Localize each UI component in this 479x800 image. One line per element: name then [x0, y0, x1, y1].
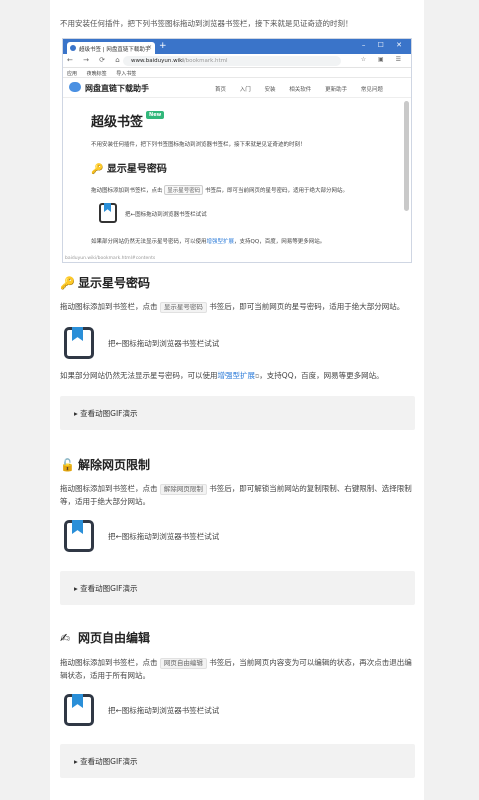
- screenshot-subheading: 🔑 显示星号密码: [91, 164, 167, 175]
- section-title-text: 显示星号密码: [78, 276, 151, 290]
- keyword-chip: 网页自由编辑: [159, 658, 207, 669]
- bookmarklet-free-edit[interactable]: 把←图标拖动到浏览器书签栏试试: [60, 694, 320, 728]
- bookmarklet-hint: 把←图标拖动到浏览器书签栏试试: [108, 339, 220, 348]
- link: 增强型扩展: [206, 239, 235, 245]
- screenshot-paragraph: 拖动图标添加到书签栏，点击 显示星号密码 书签后，即可当前网页的星号密码，适用于…: [91, 185, 391, 195]
- site-name: 网盘直链下载助手: [85, 84, 149, 93]
- section-title-unlock-page: 🔓 解除网页限制: [60, 456, 150, 473]
- gif-demo-toggle[interactable]: ▸ 查看动图GIF演示: [60, 571, 415, 605]
- key-icon: 🔑: [60, 276, 75, 290]
- nav-item: 安装: [264, 87, 276, 93]
- screenshot-body: 超级书签 New 不用安装任何插件，把下列书签图标拖动到浏览器书签栏，接下来就是见…: [91, 101, 391, 245]
- toolbar-icons: ☆ ▣ ☰: [360, 56, 406, 63]
- bookmark-item: 导入书签: [116, 71, 137, 77]
- screenshot-heading-text: 超级书签: [91, 115, 144, 130]
- gif-demo-toggle[interactable]: ▸ 查看动图GIF演示: [60, 744, 415, 778]
- nav-buttons-icon: ← → ⟳ ⌂: [67, 56, 124, 64]
- screenshot-intro: 不用安装任何插件，把下列书签图标拖动到浏览器书签栏，接下来就是见证奇迹的时刻！: [91, 142, 306, 148]
- new-badge: New: [146, 111, 165, 119]
- nav-item: 更新助手: [325, 87, 348, 93]
- screenshot-bookmark: 把←图标拖动到浏览器书签栏试试: [91, 201, 391, 227]
- site-header: 网盘直链下载助手 首页 入门 安装 相关软件 更新助手 常见问题: [63, 78, 411, 98]
- bookmarks-bar: 应用 夜晚标签 导入书签: [63, 68, 411, 78]
- browser-tab: 超级书签 | 网盘直链下载助手 ×: [67, 42, 155, 54]
- nav-item: 相关软件: [289, 87, 312, 93]
- section-title-free-edit: ✍ 网页自由编辑: [60, 629, 150, 646]
- cloud-logo-icon: [69, 82, 81, 92]
- gif-demo-label: ▸ 查看动图GIF演示: [74, 584, 138, 593]
- new-tab-icon: +: [159, 41, 167, 51]
- tab-title: 超级书签 | 网盘直链下载助手: [79, 47, 151, 53]
- nav-item: 入门: [239, 87, 251, 93]
- text: 拖动图标添加到书签栏，点击: [60, 302, 158, 311]
- text: 拖动图标添加到书签栏，点击: [60, 484, 158, 493]
- address-bar: www.baiduyun.wiki/bookmark.html: [123, 56, 341, 66]
- bookmark-item: 夜晚标签: [86, 71, 107, 77]
- bookmark-icon[interactable]: [64, 327, 94, 359]
- section-title-text: 解除网页限制: [78, 458, 151, 472]
- text: 如果部分网站仍然无法显示星号密码，可以使用: [91, 239, 207, 245]
- bookmark-icon[interactable]: [64, 694, 94, 726]
- writing-hand-icon: ✍: [60, 631, 71, 645]
- gif-demo-label: ▸ 查看动图GIF演示: [74, 409, 138, 418]
- favicon-icon: [70, 45, 76, 51]
- scrollbar: [404, 101, 409, 211]
- section-description: 拖动图标添加到书签栏，点击 显示星号密码 书签后，即可当前网页的星号密码，适用于…: [60, 300, 415, 313]
- article-page: 不用安装任何插件，把下列书签图标拖动到浏览器书签栏，接下来就是见证奇迹的时刻！ …: [50, 0, 424, 800]
- text: 书签后，即可当前网页的星号密码，适用于绝大部分网站。: [205, 188, 349, 194]
- bookmark-label: 把←图标拖动到浏览器书签栏试试: [125, 212, 207, 218]
- text: 拖动图标添加到书签栏，点击: [91, 188, 163, 194]
- address-path: /bookmark.html: [183, 58, 228, 64]
- section-description: 拖动图标添加到书签栏，点击 解除网页限制 书签后，即可解锁当前网站的复制限制、右…: [60, 482, 415, 508]
- site-nav: 首页 入门 安装 相关软件 更新助手 常见问题: [215, 85, 391, 93]
- bookmarklet-hint: 把←图标拖动到浏览器书签栏试试: [108, 532, 220, 541]
- section-extra-text: 如果部分网站仍然无法显示星号密码，可以使用增强型扩展⧉，支持QQ，百度，网易等更…: [60, 369, 415, 383]
- nav-item: 常见问题: [360, 87, 383, 93]
- text: 书签后，即可当前网页的星号密码，适用于绝大部分网站。: [209, 302, 405, 311]
- text: ，支持QQ，百度，网易等更多网站。: [234, 239, 326, 245]
- window-controls-icon: – ☐ ✕: [361, 41, 407, 49]
- status-url: baiduyun.wiki/bookmark.html#contents: [65, 256, 156, 261]
- gif-demo-toggle[interactable]: ▸ 查看动图GIF演示: [60, 396, 415, 430]
- bookmarklet-show-password[interactable]: 把←图标拖动到浏览器书签栏试试: [60, 327, 320, 361]
- section-description: 拖动图标添加到书签栏，点击 网页自由编辑 书签后，当前网页内容变为可以编辑的状态…: [60, 656, 415, 682]
- browser-tab-bar: 超级书签 | 网盘直链下载助手 × + – ☐ ✕: [63, 39, 411, 54]
- text: ，支持QQ，百度，网易等更多网站。: [259, 371, 384, 380]
- section-title-text: 网页自由编辑: [78, 631, 151, 645]
- section-title-show-password: 🔑 显示星号密码: [60, 274, 150, 291]
- intro-text: 不用安装任何插件，把下列书签图标拖动到浏览器书签栏，接下来就是见证奇迹的时刻！: [60, 19, 353, 28]
- address-host: www.baiduyun.wiki: [131, 58, 184, 64]
- gif-demo-label: ▸ 查看动图GIF演示: [74, 757, 138, 766]
- nav-item: 首页: [215, 87, 227, 93]
- unlock-icon: 🔓: [60, 458, 75, 472]
- close-icon: ×: [146, 44, 152, 51]
- bookmarklet-unlock-page[interactable]: 把←图标拖动到浏览器书签栏试试: [60, 520, 320, 554]
- bookmark-icon[interactable]: [64, 520, 94, 552]
- keyword-chip: 显示星号密码: [159, 302, 207, 313]
- text: 拖动图标添加到书签栏，点击: [60, 658, 158, 667]
- keyword: 显示星号密码: [164, 185, 204, 195]
- address-row: ← → ⟳ ⌂ www.baiduyun.wiki/bookmark.html …: [63, 54, 411, 68]
- bookmark-icon: [99, 203, 117, 223]
- enhanced-extension-link[interactable]: 增强型扩展: [218, 371, 256, 380]
- bookmarklet-hint: 把←图标拖动到浏览器书签栏试试: [108, 706, 220, 715]
- screenshot-paragraph: 如果部分网站仍然无法显示星号密码，可以使用增强型扩展，支持QQ，百度，网易等更多…: [91, 237, 391, 245]
- keyword-chip: 解除网页限制: [159, 484, 207, 495]
- text: 如果部分网站仍然无法显示星号密码，可以使用: [60, 371, 218, 380]
- browser-screenshot-image: 超级书签 | 网盘直链下载助手 × + – ☐ ✕ ← → ⟳ ⌂ www.ba…: [62, 38, 412, 263]
- bookmark-item: 应用: [67, 71, 78, 77]
- screenshot-heading: 超级书签 New: [91, 111, 391, 130]
